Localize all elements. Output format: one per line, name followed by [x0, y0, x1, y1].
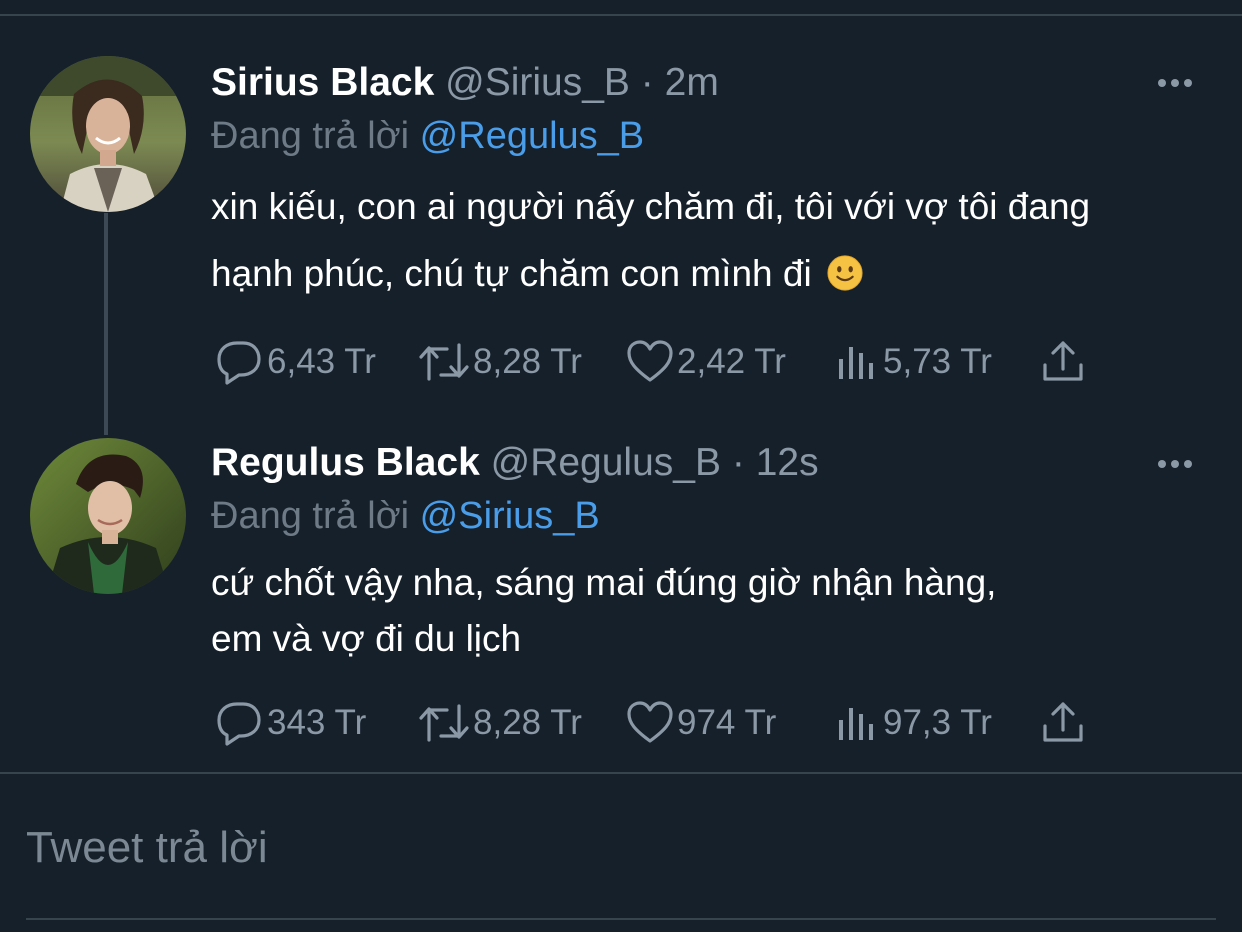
user-handle[interactable]: @Regulus_B — [491, 441, 721, 484]
tweet-header: Sirius Black @Sirius_B · 2m — [211, 59, 719, 107]
replying-to: Đang trả lời @Sirius_B — [211, 492, 600, 540]
tweet-sirius[interactable]: Sirius Black @Sirius_B · 2m Đang trả lời… — [0, 0, 1242, 415]
views-button[interactable]: 97,3 Tr — [835, 698, 992, 748]
like-count: 974 Tr — [677, 703, 777, 742]
views-count: 5,73 Tr — [883, 342, 992, 381]
reply-icon — [217, 341, 261, 385]
views-count: 97,3 Tr — [883, 703, 992, 742]
retweet-count: 8,28 Tr — [473, 703, 582, 742]
retweet-button[interactable]: 8,28 Tr — [417, 698, 582, 748]
like-count: 2,42 Tr — [677, 342, 786, 381]
tweet-actions: 343 Tr 8,28 Tr 974 Tr 97,3 Tr — [211, 698, 1111, 748]
display-name[interactable]: Sirius Black — [211, 61, 434, 104]
reply-mention-link[interactable]: @Regulus_B — [420, 115, 644, 157]
share-icon — [1043, 702, 1083, 742]
reply-button[interactable]: 6,43 Tr — [213, 337, 376, 387]
share-button[interactable] — [1041, 337, 1085, 387]
retweet-icon — [419, 343, 469, 381]
display-name[interactable]: Regulus Black — [211, 441, 480, 484]
user-handle[interactable]: @Sirius_B — [445, 61, 630, 104]
tweet-regulus[interactable]: Regulus Black @Regulus_B · 12s Đang trả … — [0, 415, 1242, 773]
replying-to-label: Đang trả lời — [211, 495, 410, 537]
views-icon — [839, 347, 873, 379]
like-button[interactable]: 2,42 Tr — [625, 337, 786, 387]
more-icon[interactable] — [1158, 457, 1200, 471]
like-button[interactable]: 974 Tr — [625, 698, 776, 748]
avatar[interactable] — [30, 56, 186, 212]
avatar-image-sirius — [30, 56, 186, 212]
reply-count: 6,43 Tr — [267, 342, 376, 381]
reply-icon — [217, 702, 261, 746]
more-icon[interactable] — [1158, 76, 1200, 90]
reply-mention-link[interactable]: @Sirius_B — [420, 495, 600, 537]
avatar[interactable] — [30, 438, 186, 594]
tweet-text-line: em và vợ đi du lịch — [211, 618, 522, 659]
retweet-icon — [419, 704, 469, 742]
reply-button[interactable]: 343 Tr — [213, 698, 366, 748]
heart-icon — [627, 340, 673, 382]
heart-icon — [627, 701, 673, 743]
separator-dot: · — [731, 441, 745, 484]
timestamp[interactable]: 2m — [665, 61, 719, 104]
timestamp[interactable]: 12s — [756, 441, 819, 484]
slightly-smiling-face-icon — [827, 255, 863, 291]
tweet-text: xin kiếu, con ai người nấy chăm đi, tôi … — [211, 173, 1171, 307]
avatar-image-regulus — [30, 438, 186, 594]
retweet-count: 8,28 Tr — [473, 342, 582, 381]
tweet-actions: 6,43 Tr 8,28 Tr 2,42 Tr 5,73 Tr — [211, 337, 1111, 387]
views-icon — [839, 708, 873, 740]
divider — [0, 772, 1242, 774]
tweet-text-content: xin kiếu, con ai người nấy chăm đi, tôi … — [211, 186, 1091, 294]
views-button[interactable]: 5,73 Tr — [835, 337, 992, 387]
share-icon — [1043, 341, 1083, 381]
reply-count: 343 Tr — [267, 703, 367, 742]
separator-dot: · — [640, 61, 654, 104]
share-button[interactable] — [1041, 698, 1085, 748]
tweet-header: Regulus Black @Regulus_B · 12s — [211, 439, 819, 487]
reply-input-underline — [26, 918, 1216, 920]
tweet-text-line: cứ chốt vậy nha, sáng mai đúng giờ nhận … — [211, 562, 997, 603]
tweet-text: cứ chốt vậy nha, sáng mai đúng giờ nhận … — [211, 555, 1171, 667]
reply-input[interactable]: Tweet trả lời — [26, 820, 268, 876]
retweet-button[interactable]: 8,28 Tr — [417, 337, 582, 387]
replying-to: Đang trả lời @Regulus_B — [211, 112, 644, 160]
replying-to-label: Đang trả lời — [211, 115, 410, 157]
